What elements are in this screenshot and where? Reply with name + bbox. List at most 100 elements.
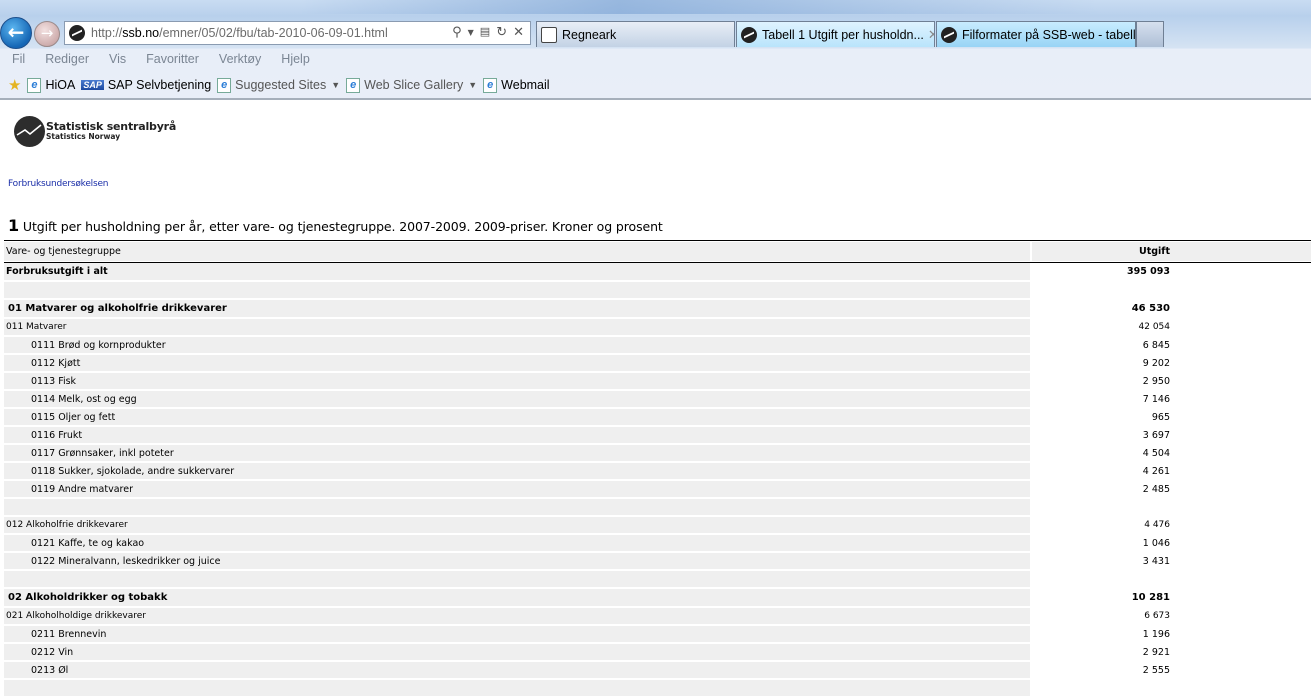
row-category — [4, 499, 1030, 515]
menu-vis[interactable]: Vis — [97, 49, 134, 71]
table-spacer-row — [4, 571, 1311, 587]
url-path: /emner/05/02/fbu/tab-2010-06-09-01.html — [159, 26, 388, 40]
fav-sap-selvbetjening[interactable]: SAP SAP Selvbetjening — [81, 78, 211, 92]
row-value: 1 196 — [1142, 628, 1170, 640]
tab-label: Tabell 1 Utgift per husholdn... — [762, 27, 924, 42]
menu-hjelp[interactable]: Hjelp — [269, 49, 318, 71]
row-value — [1032, 282, 1174, 298]
ie-page-icon: e — [483, 77, 498, 93]
fav-suggested-sites[interactable]: e Suggested Sites ▼ — [217, 77, 341, 93]
row-category: 0117 Grønnsaker, inkl poteter — [4, 445, 1030, 461]
table-spacer-row — [4, 282, 1311, 298]
table-header-row: Vare- og tjenestegruppe Utgift — [4, 242, 1311, 261]
row-value: 3 431 — [1142, 555, 1170, 567]
tab-tabell-1[interactable]: Tabell 1 Utgift per husholdn... ✕ — [736, 21, 935, 47]
row-value: 2 555 — [1142, 664, 1170, 676]
chevron-down-icon: ▼ — [468, 80, 478, 90]
menu-verktoy[interactable]: Verktøy — [207, 49, 269, 71]
breadcrumb-link[interactable]: Forbruksundersøkelsen — [8, 179, 108, 189]
menu-fil[interactable]: Fil — [0, 49, 33, 71]
ssb-logo[interactable]: Statistisk sentralbyrå Statistics Norway — [14, 116, 176, 147]
row-value: 6 845 — [1142, 339, 1170, 351]
site-favicon-icon — [69, 25, 85, 41]
menu-rediger[interactable]: Rediger — [33, 49, 97, 71]
browser-chrome: ← → http://ssb.no/emner/05/02/fbu/tab-20… — [0, 0, 1311, 100]
table-row: 0211 Brennevin 1 196 — [4, 626, 1311, 642]
row-value: 42 054 — [1138, 322, 1171, 332]
row-value: 3 697 — [1142, 429, 1170, 441]
fav-web-slice-gallery[interactable]: e Web Slice Gallery ▼ — [346, 77, 478, 93]
row-category: 0112 Kjøtt — [4, 355, 1030, 371]
row-category: 011 Matvarer — [4, 319, 1030, 335]
row-category — [4, 571, 1030, 587]
table-row: 0122 Mineralvann, leskedrikker og juice 3… — [4, 553, 1311, 569]
add-favorites-star-icon[interactable]: ★ — [8, 76, 21, 94]
table-row: 0115 Oljer og fett 965 — [4, 409, 1311, 425]
ie-page-icon: e — [27, 77, 42, 93]
row-category: 0113 Fisk — [4, 373, 1030, 389]
address-bar[interactable]: http://ssb.no/emner/05/02/fbu/tab-2010-0… — [64, 21, 531, 45]
table-row: 0111 Brød og kornprodukter 6 845 — [4, 337, 1311, 353]
row-value: 965 — [1151, 411, 1170, 423]
logo-subtitle: Statistics Norway — [46, 131, 121, 141]
table-row: 011 Matvarer 42 054 — [4, 319, 1311, 335]
row-value: 10 281 — [1131, 592, 1170, 603]
menu-favoritter[interactable]: Favoritter — [134, 49, 207, 71]
menu-bar: Fil Rediger Vis Favoritter Verktøy Hjelp — [0, 49, 318, 71]
logo-name: Statistisk sentralbyrå — [46, 119, 177, 133]
row-category: 0119 Andre matvarer — [4, 481, 1030, 497]
url-prefix: http:// — [91, 26, 123, 40]
table-row: 012 Alkoholfrie drikkevarer 4 476 — [4, 517, 1311, 533]
stop-icon[interactable]: ✕ — [513, 25, 524, 41]
ie-page-icon: e — [346, 77, 361, 93]
dropdown-icon[interactable]: ▼ — [468, 25, 474, 41]
forward-button[interactable]: → — [34, 21, 60, 47]
row-value: 2 485 — [1142, 483, 1170, 495]
row-category: 012 Alkoholfrie drikkevarer — [4, 517, 1030, 533]
page-content: Statistisk sentralbyrå Statistics Norway… — [0, 100, 1311, 696]
url-text[interactable]: http://ssb.no/emner/05/02/fbu/tab-2010-0… — [91, 26, 388, 40]
table-row: Forbruksutgift i alt 395 093 — [4, 263, 1311, 280]
tab-label: Filformater på SSB-web - tabell... — [962, 27, 1136, 42]
table-row: 0121 Kaffe, te og kakao 1 046 — [4, 535, 1311, 551]
ssb-favicon-icon — [941, 26, 957, 43]
ie-page-icon: e — [217, 77, 232, 93]
regneark-favicon-icon — [541, 26, 557, 43]
favorites-bar: ★ e HiOA SAP SAP Selvbetjening e Suggest… — [0, 74, 550, 96]
table-row: 0213 Øl 2 555 — [4, 662, 1311, 678]
window-title — [300, 0, 1100, 14]
row-category: 021 Alkoholholdige drikkevarer — [4, 608, 1030, 624]
row-value: 9 202 — [1142, 357, 1170, 369]
new-tab-button[interactable] — [1136, 21, 1164, 47]
header-category: Vare- og tjenestegruppe — [4, 242, 1030, 261]
row-value: 6 673 — [1144, 611, 1170, 621]
row-category — [4, 282, 1030, 298]
search-icon[interactable]: ⚲ — [452, 25, 462, 41]
refresh-icon[interactable]: ↻ — [496, 25, 507, 41]
title-text: Utgift per husholdning per år, etter var… — [19, 219, 663, 234]
fav-webmail[interactable]: e Webmail — [483, 77, 550, 93]
tab-regneark[interactable]: Regneark — [536, 21, 735, 47]
table-row: 0114 Melk, ost og egg 7 146 — [4, 391, 1311, 407]
fav-hioa[interactable]: e HiOA — [27, 77, 75, 93]
close-tab-icon[interactable]: ✕ — [928, 27, 934, 43]
row-category: 0122 Mineralvann, leskedrikker og juice — [4, 553, 1030, 569]
ssb-logo-icon — [14, 116, 45, 147]
compatibility-icon[interactable]: ▤ — [480, 25, 490, 41]
row-value — [1032, 571, 1174, 587]
fav-label: Web Slice Gallery — [364, 78, 464, 92]
tab-filformater[interactable]: Filformater på SSB-web - tabell... — [936, 21, 1136, 47]
table-row: 02 Alkoholdrikker og tobakk 10 281 — [4, 589, 1311, 606]
table-row: 021 Alkoholholdige drikkevarer 6 673 — [4, 608, 1311, 624]
row-category: 0111 Brød og kornprodukter — [4, 337, 1030, 353]
row-category: 0213 Øl — [4, 662, 1030, 678]
row-category: 0115 Oljer og fett — [4, 409, 1030, 425]
page-title: 1 Utgift per husholdning per år, etter v… — [8, 216, 663, 235]
row-category: 0211 Brennevin — [4, 626, 1030, 642]
row-value: 1 046 — [1142, 537, 1170, 549]
table-row: 01 Matvarer og alkoholfrie drikkevarer 46… — [4, 300, 1311, 317]
chevron-down-icon: ▼ — [331, 80, 341, 90]
tab-label: Regneark — [562, 27, 617, 42]
back-button[interactable]: ← — [0, 17, 32, 49]
table-row: 0112 Kjøtt 9 202 — [4, 355, 1311, 371]
